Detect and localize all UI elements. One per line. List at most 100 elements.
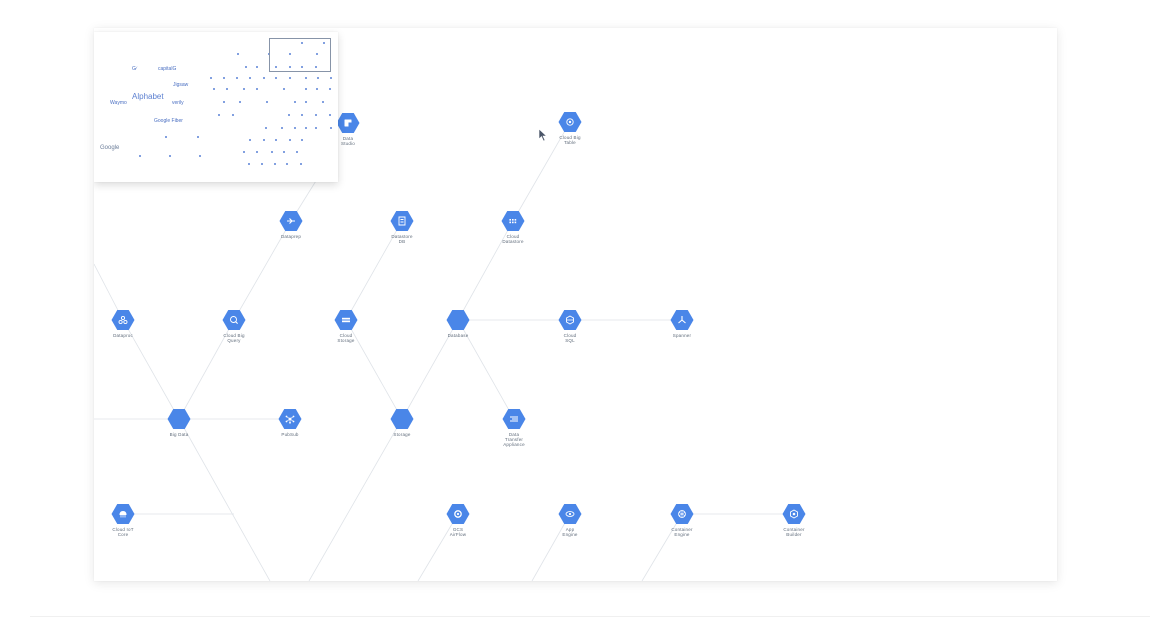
minimap-dot [197, 136, 199, 138]
minimap-dot [266, 101, 268, 103]
node-label-cloud-big-query: Cloud Big Query [223, 333, 245, 343]
minimap-dot [322, 101, 324, 103]
minimap-dot [329, 114, 331, 116]
minimap-dot [296, 151, 298, 153]
node-container-builder[interactable] [782, 504, 806, 524]
minimap-dot [271, 151, 273, 153]
node-label-big-data: Big Data [169, 432, 189, 437]
minimap-dot [275, 139, 277, 141]
minimap-dot [294, 101, 296, 103]
node-hexagon [222, 310, 246, 330]
minimap-dot [281, 127, 283, 129]
node-data-transfer-appliance[interactable] [502, 409, 526, 429]
minimap-dot [305, 77, 307, 79]
minimap-dot [245, 66, 247, 68]
minimap-dot [210, 77, 212, 79]
node-cloud-iot-core[interactable] [111, 504, 135, 524]
chart-icon [344, 119, 352, 127]
node-cloud-big-table[interactable] [558, 112, 582, 132]
minimap-dot [248, 163, 250, 165]
node-label-data-transfer-appliance: Data Transfer Appliance [503, 432, 525, 447]
node-app-engine[interactable] [558, 504, 582, 524]
edge-offscreen [417, 513, 459, 581]
minimap-dot [263, 77, 265, 79]
minimap-dot [315, 114, 317, 116]
node-cloud-storage[interactable] [334, 310, 358, 330]
node-datastore-db[interactable] [390, 211, 414, 231]
minimap-dot [256, 88, 258, 90]
minimap-dot [289, 77, 291, 79]
floor-line [30, 616, 1150, 617]
node-spanner[interactable] [670, 310, 694, 330]
overview-minimap[interactable]: G∕ capitalG Alphabet Waymo verily Jigsaw Googl… [94, 32, 338, 182]
node-dataproc[interactable] [111, 310, 135, 330]
node-label-dataprep: Dataprep [280, 234, 302, 239]
minimap-dot [286, 163, 288, 165]
minimap-dot [249, 139, 251, 141]
minimap-dot [329, 88, 331, 90]
node-label-dataproc: Dataproc [113, 333, 133, 338]
minimap-dot [256, 151, 258, 153]
node-cloud-sql[interactable] [558, 310, 582, 330]
node-pubsub[interactable] [278, 409, 302, 429]
minimap-dot [226, 88, 228, 90]
minimap-dot [263, 139, 265, 141]
minimap-dot [301, 114, 303, 116]
edge-offscreen [178, 418, 271, 581]
node-hexagon [446, 310, 470, 330]
node-cloud-big-query[interactable] [222, 310, 246, 330]
node-container-engine[interactable] [670, 504, 694, 524]
minimap-dot [316, 88, 318, 90]
minimap-dot [236, 77, 238, 79]
minimap-dot [274, 163, 276, 165]
node-dataprep[interactable] [279, 211, 303, 231]
minimap-dot [275, 77, 277, 79]
minimap-dot [169, 155, 171, 157]
node-label-database: Database [447, 333, 469, 338]
edge-offscreen [308, 418, 403, 581]
minimap-dot [305, 88, 307, 90]
minimap-dot [300, 163, 302, 165]
node-label-cloud-big-table: Cloud Big Table [559, 135, 581, 145]
node-label-app-engine: App Engine [562, 527, 578, 537]
minimap-viewport-box[interactable] [269, 38, 331, 72]
minimap-dot [218, 114, 220, 116]
node-storage[interactable] [390, 409, 414, 429]
minimap-dot [294, 127, 296, 129]
edge-offscreen [531, 513, 571, 581]
node-label-storage: Storage [393, 432, 411, 437]
minimap-dot [315, 127, 317, 129]
minimap-dot [223, 101, 225, 103]
minimap-dot [139, 155, 141, 157]
node-hexagon [334, 310, 358, 330]
node-hexagon [501, 211, 525, 231]
diagram-canvas[interactable]: Data Studio Cloud Big Table Dataprep Datast… [94, 28, 1057, 581]
node-hexagon [390, 409, 414, 429]
node-database[interactable] [446, 310, 470, 330]
minimap-dot [330, 77, 332, 79]
node-hexagon [167, 409, 191, 429]
node-label-cloud-datastore: Cloud Datastore [502, 234, 524, 244]
node-label-spanner: Spanner [672, 333, 692, 338]
node-label-container-builder: Container Builder [783, 527, 805, 537]
node-big-data[interactable] [167, 409, 191, 429]
minimap-dot [243, 88, 245, 90]
node-label-cloud-sql: Cloud SQL [563, 333, 577, 343]
minimap-dot [243, 151, 245, 153]
node-data-studio[interactable] [336, 113, 360, 133]
minimap-dot [249, 77, 251, 79]
minimap-dot [330, 127, 332, 129]
node-label-pubsub: PubSub [281, 432, 299, 437]
minimap-dot [261, 163, 263, 165]
minimap-dot [283, 151, 285, 153]
node-label-gcs-airflow: GCS AirFlow [449, 527, 467, 537]
minimap-dot [232, 114, 234, 116]
node-label-cloud-iot-core: Cloud IoT Core [112, 527, 134, 537]
minimap-dot [223, 77, 225, 79]
edge-offscreen [641, 513, 683, 581]
minimap-dot [256, 66, 258, 68]
node-gcs-airflow[interactable] [446, 504, 470, 524]
minimap-dot [289, 139, 291, 141]
minimap-dot [317, 77, 319, 79]
node-cloud-datastore[interactable] [501, 211, 525, 231]
